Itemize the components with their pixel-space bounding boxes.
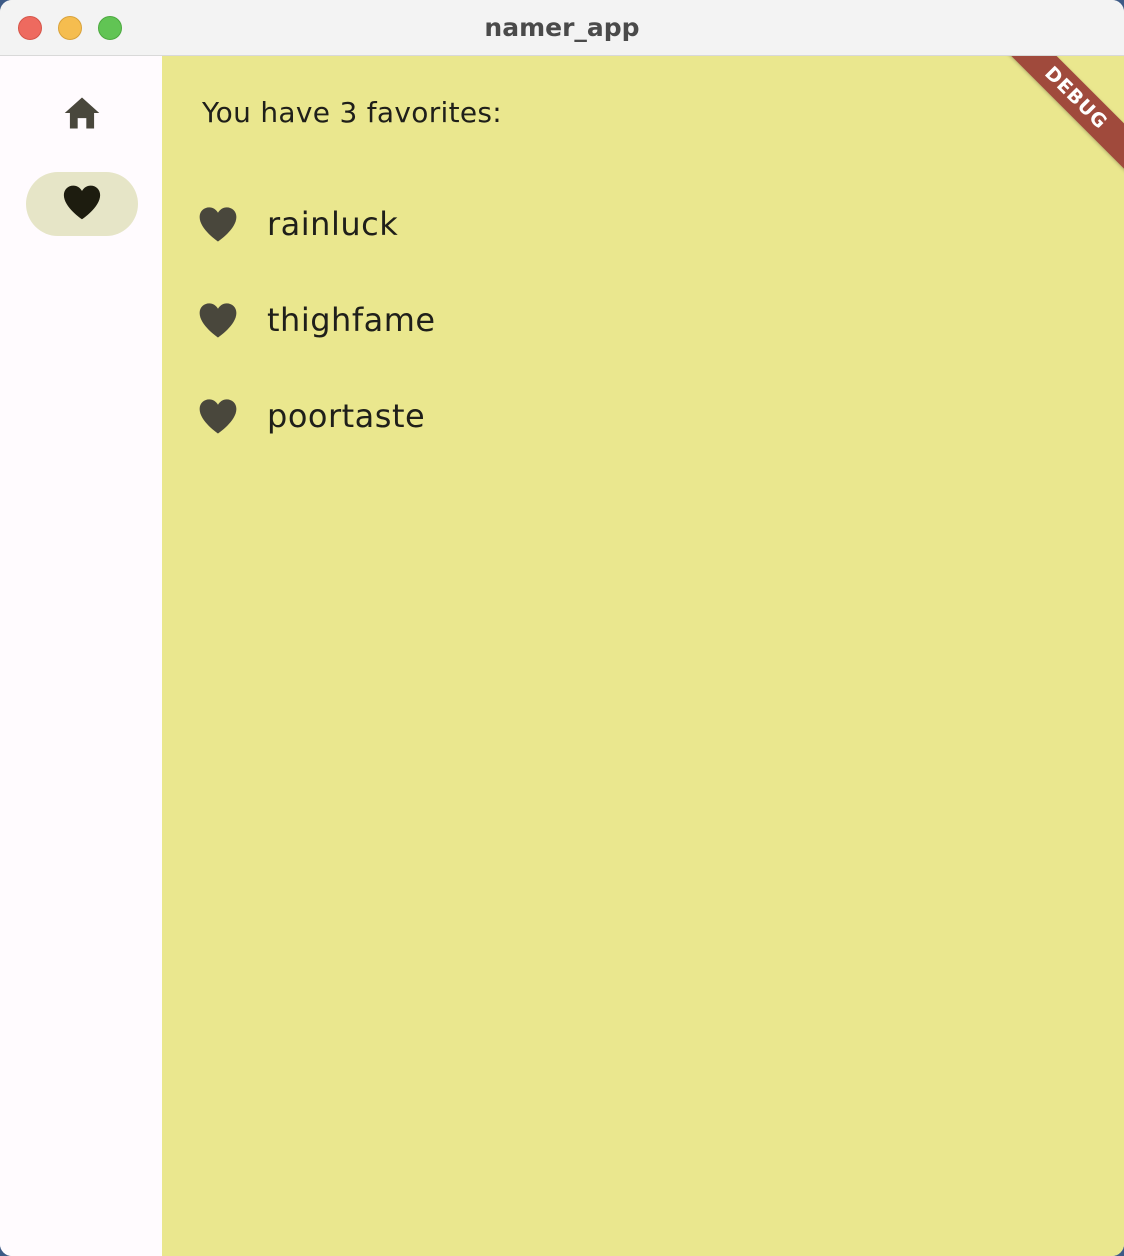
heart-icon [197, 395, 239, 437]
navigation-rail [0, 56, 162, 1256]
favorite-name: rainluck [267, 205, 399, 243]
heart-icon [197, 299, 239, 341]
favorite-name: thighfame [267, 301, 436, 339]
debug-banner: DEBUG [986, 56, 1124, 188]
favorites-count-text: You have 3 favorites: [202, 96, 503, 129]
app-window: namer_app You have 3 favorites: rainluck… [0, 0, 1124, 1256]
favorite-name: poortaste [267, 397, 426, 435]
list-item[interactable]: thighfame [162, 272, 1124, 368]
heart-icon [61, 183, 103, 225]
list-item[interactable]: rainluck [162, 176, 1124, 272]
rail-item-home[interactable] [26, 83, 138, 147]
list-item[interactable]: poortaste [162, 368, 1124, 464]
favorites-page: You have 3 favorites: rainluck thighfame [162, 56, 1124, 1256]
title-bar[interactable]: namer_app [0, 0, 1124, 56]
heart-icon [197, 203, 239, 245]
rail-item-favorites[interactable] [26, 172, 138, 236]
window-title: namer_app [484, 13, 640, 42]
favorites-list: rainluck thighfame poortaste [162, 176, 1124, 464]
home-icon [61, 94, 103, 136]
